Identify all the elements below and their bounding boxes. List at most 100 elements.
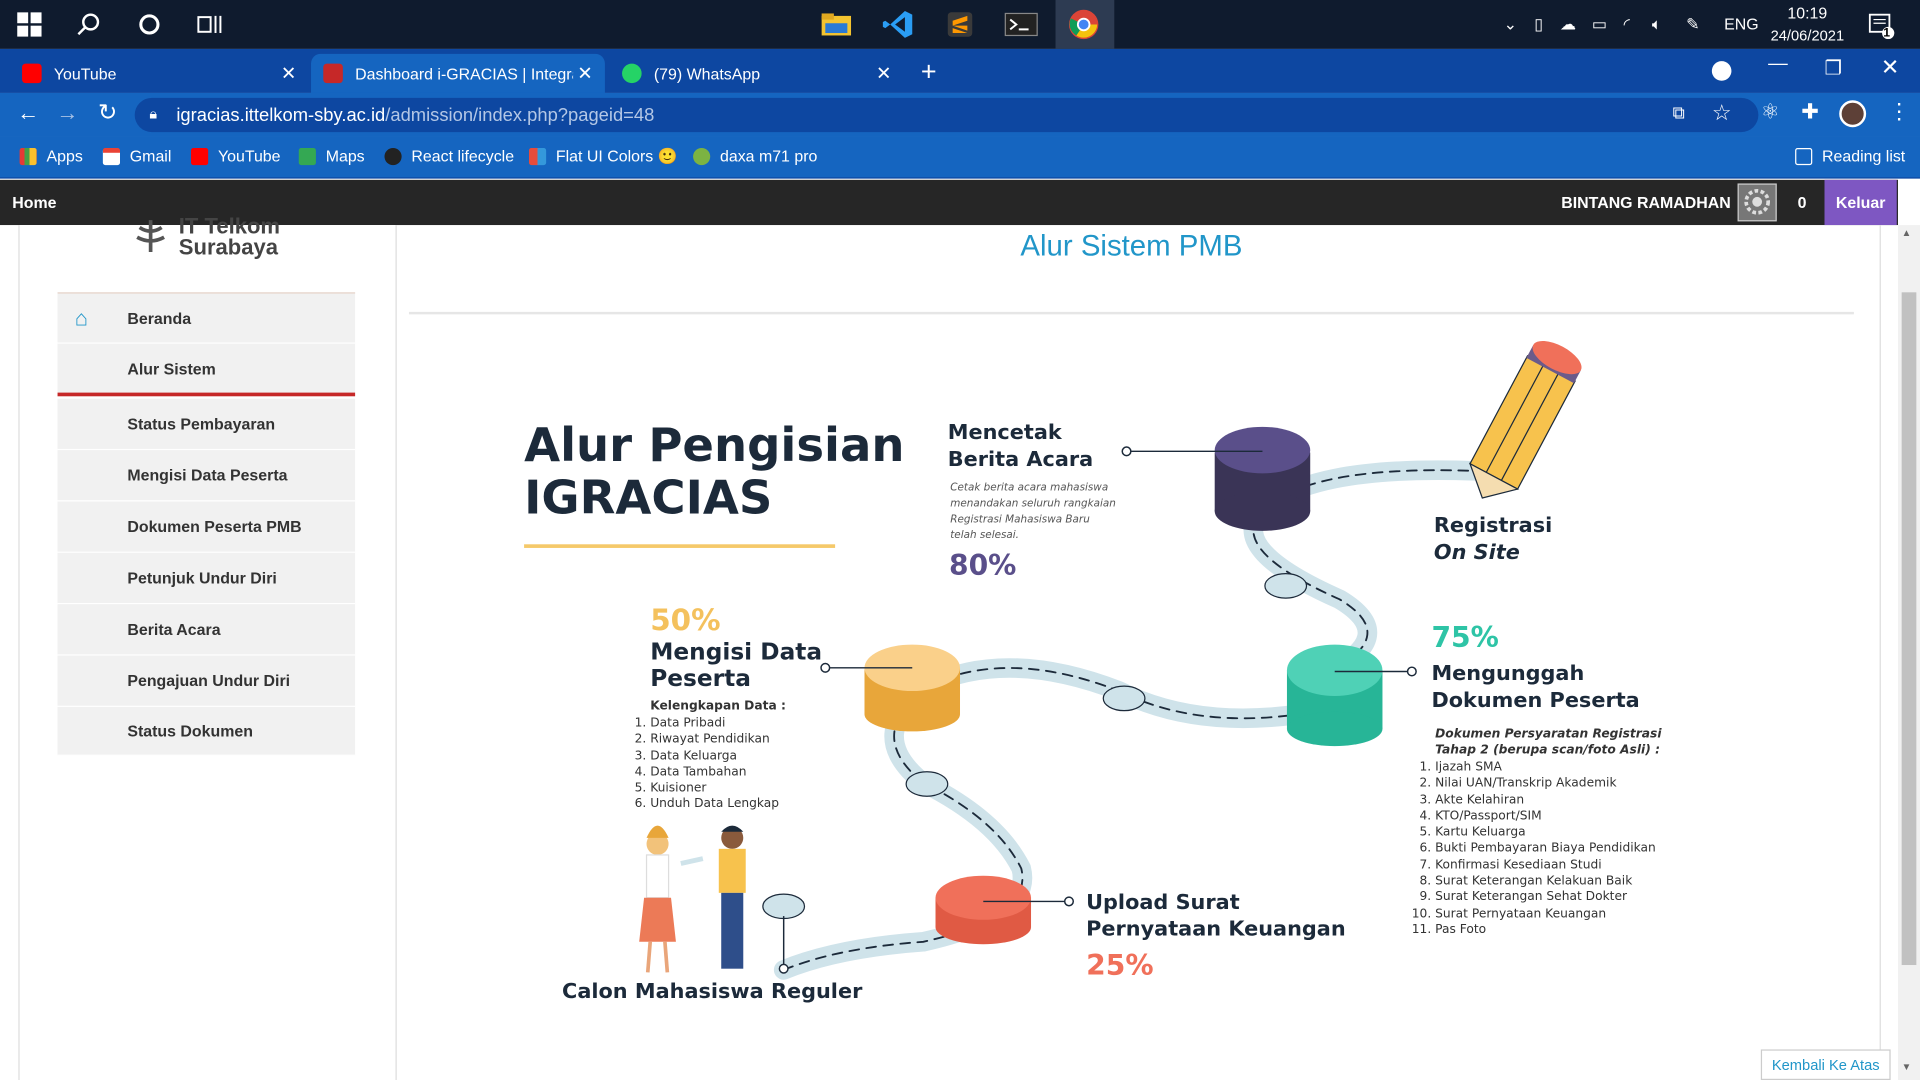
pen-icon[interactable]: ✎ bbox=[1686, 15, 1699, 35]
url-host: igracias.ittelkom-sby.ac.id bbox=[176, 104, 386, 126]
sidebar-item-mengisi-data-peserta[interactable]: Mengisi Data Peserta bbox=[57, 450, 356, 502]
close-icon[interactable]: ✕ bbox=[876, 62, 891, 85]
logo-text-2: Surabaya bbox=[178, 234, 279, 260]
notification-icon[interactable] bbox=[1868, 12, 1896, 43]
scroll-up-icon[interactable]: ▲ bbox=[1902, 227, 1912, 238]
step-25-percent: 25% bbox=[1086, 950, 1154, 983]
restore-icon[interactable]: ❐ bbox=[1825, 56, 1843, 80]
bookmark-youtube[interactable]: YouTube bbox=[191, 147, 281, 165]
sidebar-item-berita-acara[interactable]: Berita Acara bbox=[57, 604, 356, 656]
close-window-icon[interactable]: ✕ bbox=[1881, 55, 1899, 81]
clock-time[interactable]: 10:19 bbox=[1773, 4, 1842, 22]
tab-youtube[interactable]: YouTube ✕ bbox=[10, 54, 309, 93]
igracias-icon bbox=[323, 63, 343, 84]
close-icon[interactable]: ✕ bbox=[577, 62, 592, 85]
home-icon: ⌂ bbox=[74, 305, 89, 330]
infographic: Alur Pengisian IGRACIAS 50% Mengisi Data… bbox=[397, 318, 1881, 1052]
vscode-icon[interactable] bbox=[882, 10, 914, 39]
star-icon[interactable]: ☆ bbox=[1712, 100, 1732, 126]
user-avatar[interactable] bbox=[1737, 183, 1777, 222]
tab-whatsapp[interactable]: (79) WhatsApp ✕ bbox=[610, 54, 904, 93]
sublime-text-icon[interactable] bbox=[945, 10, 974, 39]
infographic-title-1: Alur Pengisian bbox=[524, 418, 905, 473]
step-upload-title-1: Upload Surat bbox=[1086, 890, 1240, 915]
terminal-icon[interactable] bbox=[1004, 10, 1038, 39]
lock-icon: 🔒︎ bbox=[149, 105, 158, 123]
sidebar-item-status-pembayaran[interactable]: Status Pembayaran bbox=[57, 398, 356, 451]
profile-download-icon[interactable] bbox=[1711, 61, 1732, 81]
react-icon bbox=[384, 147, 402, 165]
user-name[interactable]: BINTANG RAMADHAN bbox=[1561, 193, 1730, 211]
tab-dashboard-igracias[interactable]: Dashboard i-GRACIAS | Integrate ✕ bbox=[311, 53, 605, 93]
reading-list-icon bbox=[1795, 147, 1813, 165]
bookmark-react-lifecycle[interactable]: React lifecycle bbox=[384, 147, 514, 165]
page-scrollbar[interactable]: ▲ ▼ bbox=[1897, 225, 1920, 1080]
step-75-percent: 75% bbox=[1431, 622, 1499, 655]
bookmark-gmail[interactable]: Gmail bbox=[102, 147, 171, 165]
disc-small-markers bbox=[762, 573, 1308, 920]
notification-count: 1 bbox=[1883, 26, 1891, 41]
sidebar-item-status-dokumen[interactable]: Status Dokumen bbox=[57, 706, 356, 756]
language-indicator[interactable]: ENG bbox=[1724, 15, 1758, 33]
bookmark-apps[interactable]: Apps bbox=[19, 147, 83, 165]
sidebar-item-pengajuan-undur-diri[interactable]: Pengajuan Undur Diri bbox=[57, 655, 356, 707]
browser-tab-bar: YouTube ✕ Dashboard i-GRACIAS | Integrat… bbox=[0, 48, 1920, 93]
file-explorer-icon[interactable] bbox=[820, 10, 852, 39]
gmail-icon bbox=[102, 147, 121, 165]
wifi-icon[interactable]: ◜ bbox=[1624, 15, 1630, 35]
windows-start-icon[interactable] bbox=[17, 10, 42, 39]
close-icon[interactable]: ✕ bbox=[281, 62, 296, 85]
back-icon[interactable]: ← bbox=[17, 100, 39, 126]
step-mencetak-title-2: Berita Acara bbox=[947, 447, 1094, 473]
avatar[interactable] bbox=[1839, 100, 1867, 128]
translate-icon[interactable]: ⧉ bbox=[1673, 103, 1685, 124]
clock-date[interactable]: 24/06/2021 bbox=[1768, 27, 1846, 44]
new-tab-button[interactable]: + bbox=[921, 56, 937, 88]
react-devtools-icon[interactable]: ⚛ bbox=[1761, 100, 1780, 124]
sidebar-item-alur-sistem[interactable]: Alur Sistem bbox=[57, 343, 356, 397]
bookmark-maps[interactable]: Maps bbox=[298, 147, 365, 165]
step-mengunggah-title-1: Mengunggah bbox=[1431, 661, 1585, 687]
telkom-logo-icon bbox=[132, 218, 169, 255]
step-50-percent: 50% bbox=[650, 602, 721, 638]
forward-icon[interactable]: → bbox=[56, 100, 78, 126]
bookmark-daxa[interactable]: daxa m71 pro bbox=[693, 147, 817, 165]
kelengkapan-heading: Kelengkapan Data : bbox=[650, 699, 786, 714]
scroll-down-icon[interactable]: ▼ bbox=[1902, 1062, 1912, 1073]
mencetak-description: Cetak berita acara mahasiswa menandakan … bbox=[950, 481, 1116, 542]
kelengkapan-list: Data Pribadi Riwayat Pendidikan Data Kel… bbox=[650, 716, 779, 814]
search-icon[interactable] bbox=[76, 10, 100, 39]
url-field[interactable]: 🔒︎ igracias.ittelkom-sby.ac.id/admission… bbox=[134, 97, 1759, 133]
extensions-icon[interactable]: ✚ bbox=[1801, 100, 1818, 124]
address-bar-row: ← → ↻ 🔒︎ igracias.ittelkom-sby.ac.id/adm… bbox=[0, 92, 1920, 137]
scroll-thumb[interactable] bbox=[1901, 292, 1917, 966]
sidebar-item-dokumen-peserta[interactable]: Dokumen Peserta PMB bbox=[57, 501, 356, 553]
chrome-icon[interactable] bbox=[1068, 9, 1100, 40]
tab-label: Dashboard i-GRACIAS | Integrate bbox=[355, 64, 574, 83]
reading-list-button[interactable]: Reading list bbox=[1795, 147, 1905, 165]
tab-label: YouTube bbox=[53, 64, 117, 83]
youtube-icon bbox=[22, 63, 42, 84]
reload-icon[interactable]: ↻ bbox=[98, 99, 117, 127]
minimize-icon[interactable]: — bbox=[1768, 54, 1788, 76]
home-link[interactable]: Home bbox=[12, 193, 56, 211]
maps-icon bbox=[298, 147, 316, 165]
cortana-icon[interactable] bbox=[137, 10, 161, 39]
task-view-icon[interactable] bbox=[196, 10, 223, 39]
chevron-up-icon[interactable]: ⌄ bbox=[1504, 15, 1517, 35]
logout-button[interactable]: Keluar bbox=[1824, 179, 1897, 226]
dokumen-heading-2: Tahap 2 (berupa scan/foto Asli) : bbox=[1435, 743, 1660, 758]
volume-icon[interactable]: 🔈︎ bbox=[1652, 15, 1662, 35]
start-label: Calon Mahasiswa Reguler bbox=[562, 979, 863, 1005]
battery-icon[interactable]: ▭ bbox=[1592, 15, 1607, 35]
device-icon[interactable]: ▯ bbox=[1534, 15, 1543, 35]
windows-taskbar: ⌄ ▯ ☁ ▭ ◜ 🔈︎ ✎ ENG 10:19 24/06/2021 1 bbox=[0, 0, 1920, 49]
sidebar-item-petunjuk-undur-diri[interactable]: Petunjuk Undur Diri bbox=[57, 552, 356, 605]
back-to-top-button[interactable]: Kembali Ke Atas bbox=[1760, 1049, 1891, 1080]
onedrive-icon[interactable]: ☁ bbox=[1560, 15, 1576, 35]
pencil-graphic bbox=[1468, 340, 1582, 499]
bookmark-flat-ui-colors[interactable]: Flat UI Colors 🙂 bbox=[528, 147, 677, 167]
sidebar-item-beranda[interactable]: ⌂ Beranda bbox=[57, 292, 356, 344]
notification-count[interactable]: 0 bbox=[1798, 193, 1807, 211]
menu-kebab-icon[interactable]: ⋮ bbox=[1888, 99, 1910, 125]
